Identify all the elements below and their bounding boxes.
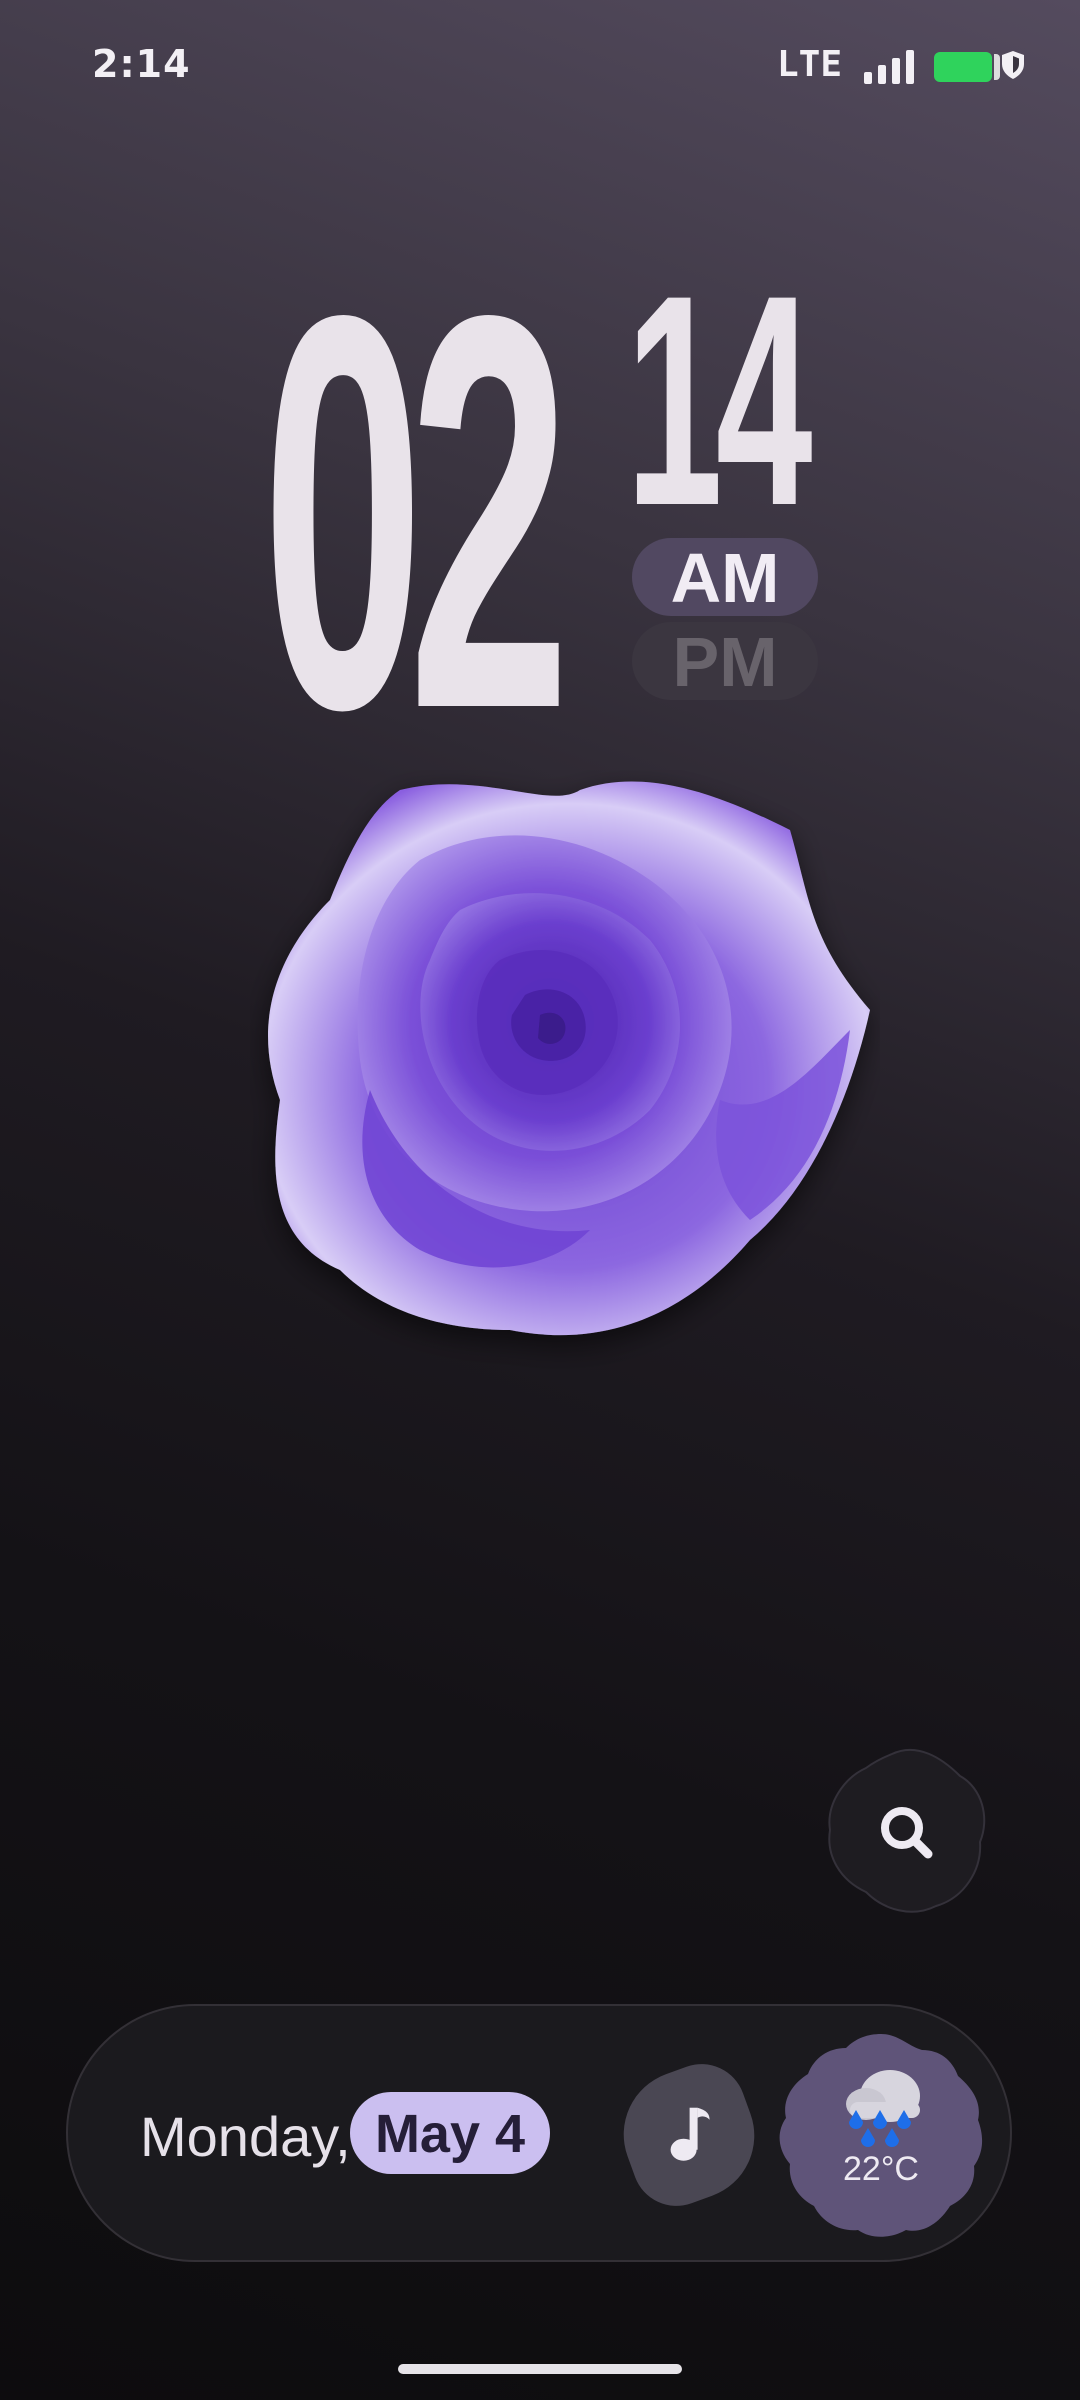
music-note-icon xyxy=(670,2107,710,2161)
weather-widget[interactable]: 22°C xyxy=(776,2030,986,2240)
search-button[interactable] xyxy=(822,1748,990,1916)
glance-widget: Monday, May 4 22°C xyxy=(66,2004,1012,2262)
music-button[interactable] xyxy=(605,2051,773,2219)
pm-indicator: PM xyxy=(632,622,818,701)
status-bar: 2:14 LTE xyxy=(0,0,1080,130)
signal-bars-icon xyxy=(864,50,918,84)
network-type-label: LTE xyxy=(777,44,843,85)
battery-icon xyxy=(934,52,1000,82)
weather-temperature: 22°C xyxy=(843,2150,919,2188)
clock-hours: 02 xyxy=(262,199,570,825)
am-indicator: AM xyxy=(632,538,818,617)
shield-icon xyxy=(1002,51,1024,79)
rose-icon xyxy=(268,781,870,1336)
clock-minutes: 14 xyxy=(626,232,813,568)
status-time: 2:14 xyxy=(92,42,191,86)
search-icon[interactable] xyxy=(822,1748,990,1916)
rain-cloud-icon xyxy=(846,2070,920,2148)
home-indicator[interactable] xyxy=(398,2364,682,2374)
date-weekday[interactable]: Monday, xyxy=(140,2104,351,2169)
date-chip[interactable]: May 4 xyxy=(350,2092,550,2174)
